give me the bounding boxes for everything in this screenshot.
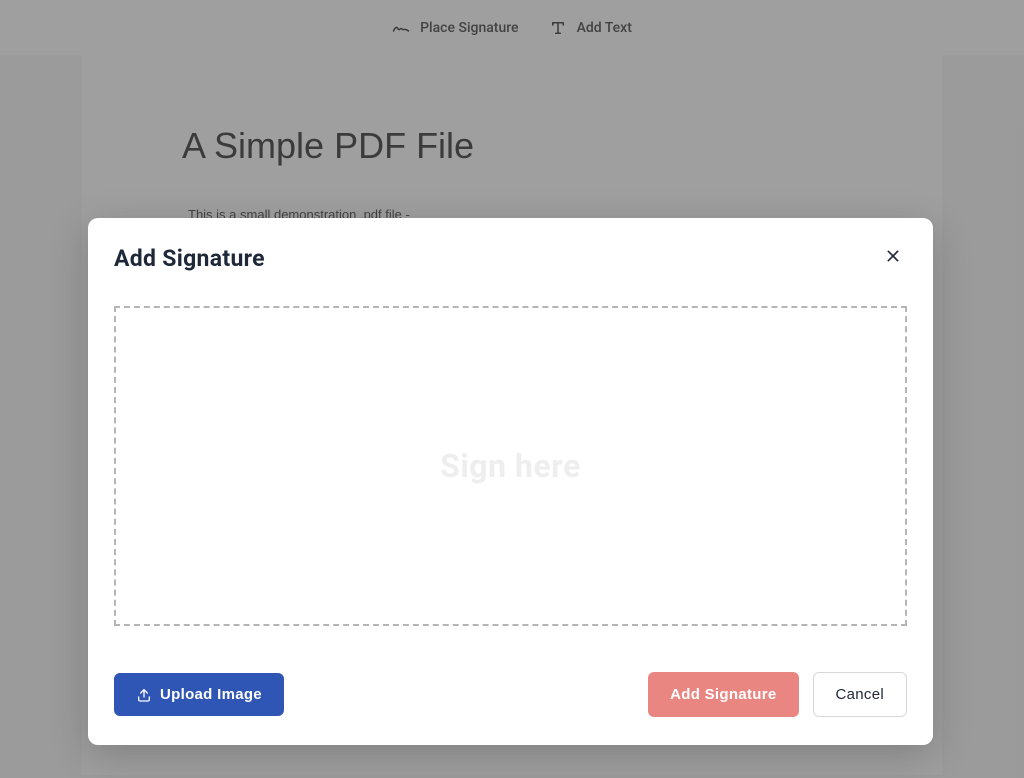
cancel-button[interactable]: Cancel <box>813 672 908 717</box>
close-icon <box>885 247 901 270</box>
signature-placeholder: Sign here <box>440 447 581 485</box>
upload-icon <box>136 687 152 703</box>
close-button[interactable] <box>879 244 907 272</box>
signature-canvas[interactable]: Sign here <box>114 306 907 626</box>
cancel-label: Cancel <box>836 686 885 703</box>
add-signature-button[interactable]: Add Signature <box>648 672 798 717</box>
modal-header: Add Signature <box>114 244 907 272</box>
upload-image-button[interactable]: Upload Image <box>114 673 284 716</box>
modal-footer: Upload Image Add Signature Cancel <box>114 672 907 717</box>
add-signature-label: Add Signature <box>670 686 776 703</box>
modal-title: Add Signature <box>114 245 265 272</box>
add-signature-modal: Add Signature Sign here Upload Image <box>88 218 933 745</box>
upload-image-label: Upload Image <box>160 686 262 703</box>
